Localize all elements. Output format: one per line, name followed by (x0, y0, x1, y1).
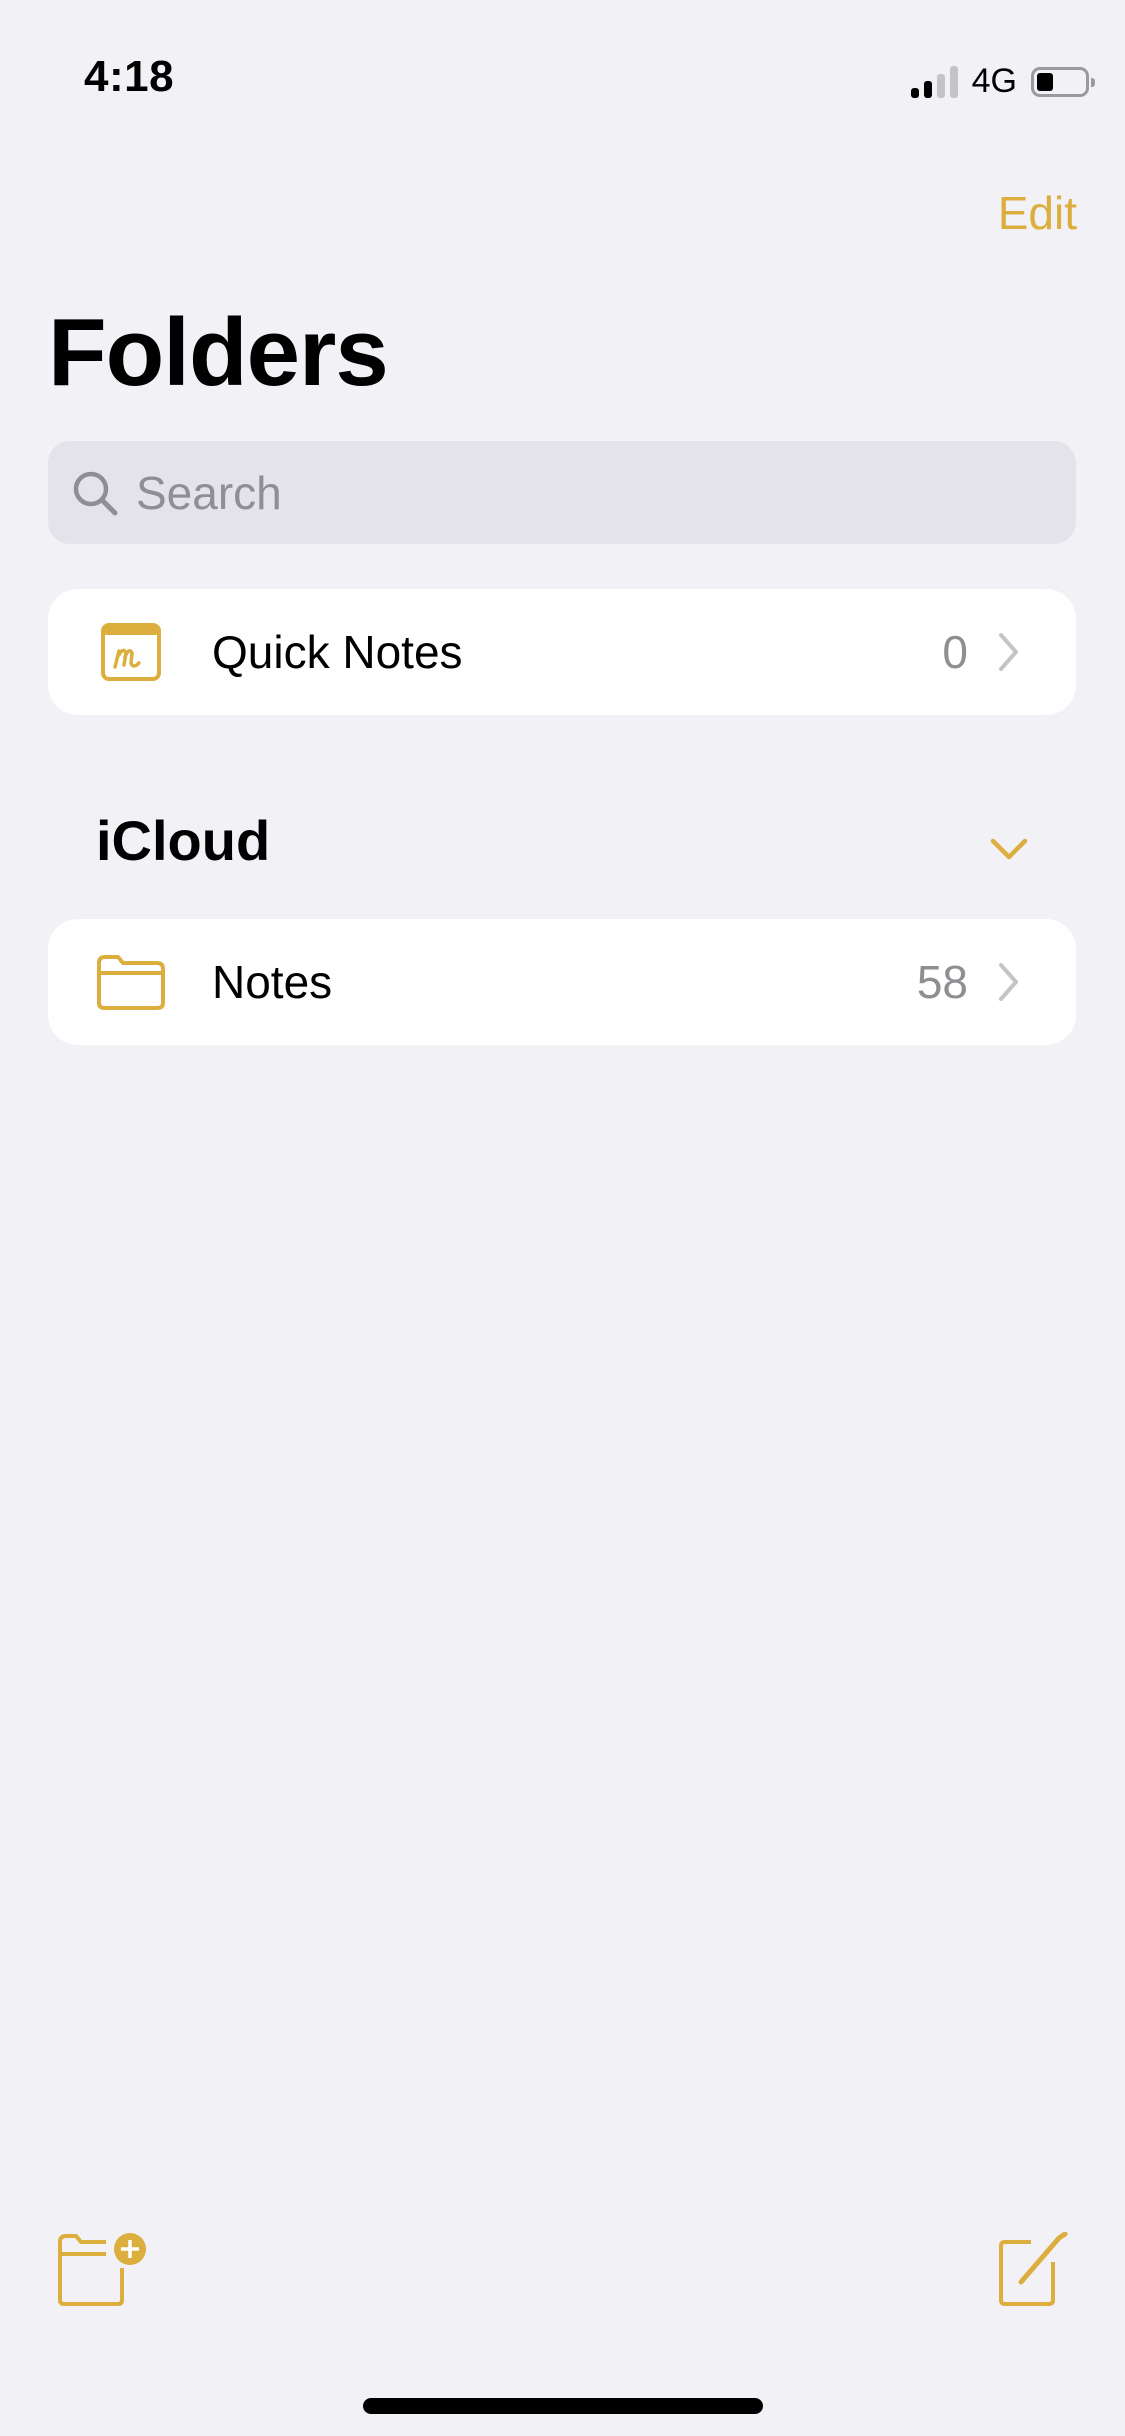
home-indicator[interactable] (363, 2398, 763, 2414)
compose-icon[interactable] (997, 2232, 1069, 2308)
search-bar[interactable] (48, 441, 1076, 544)
page-title: Folders (48, 299, 389, 406)
quick-notes-icon (96, 617, 166, 687)
battery-icon (1031, 66, 1095, 97)
chevron-down-icon[interactable] (989, 836, 1029, 862)
status-indicators: 4G (910, 62, 1095, 101)
search-input[interactable] (134, 464, 1076, 521)
folder-label: Notes (212, 956, 333, 1008)
cellular-signal-icon (910, 65, 958, 98)
folder-count: 58 (916, 956, 968, 1008)
folder-label: Quick Notes (212, 626, 463, 678)
new-folder-icon[interactable] (56, 2232, 150, 2308)
folder-row-notes[interactable]: Notes 58 (48, 919, 1076, 1045)
chevron-right-icon (999, 633, 1018, 671)
folder-count: 0 (942, 626, 968, 678)
chevron-right-icon (999, 963, 1018, 1001)
search-icon (73, 471, 118, 515)
status-time: 4:18 (84, 52, 175, 101)
folder-row-quick-notes[interactable]: Quick Notes 0 (48, 589, 1076, 715)
network-type: 4G (971, 62, 1017, 100)
edit-button[interactable]: Edit (998, 186, 1077, 240)
folder-icon (96, 947, 166, 1017)
section-header-icloud: iCloud (96, 809, 271, 872)
